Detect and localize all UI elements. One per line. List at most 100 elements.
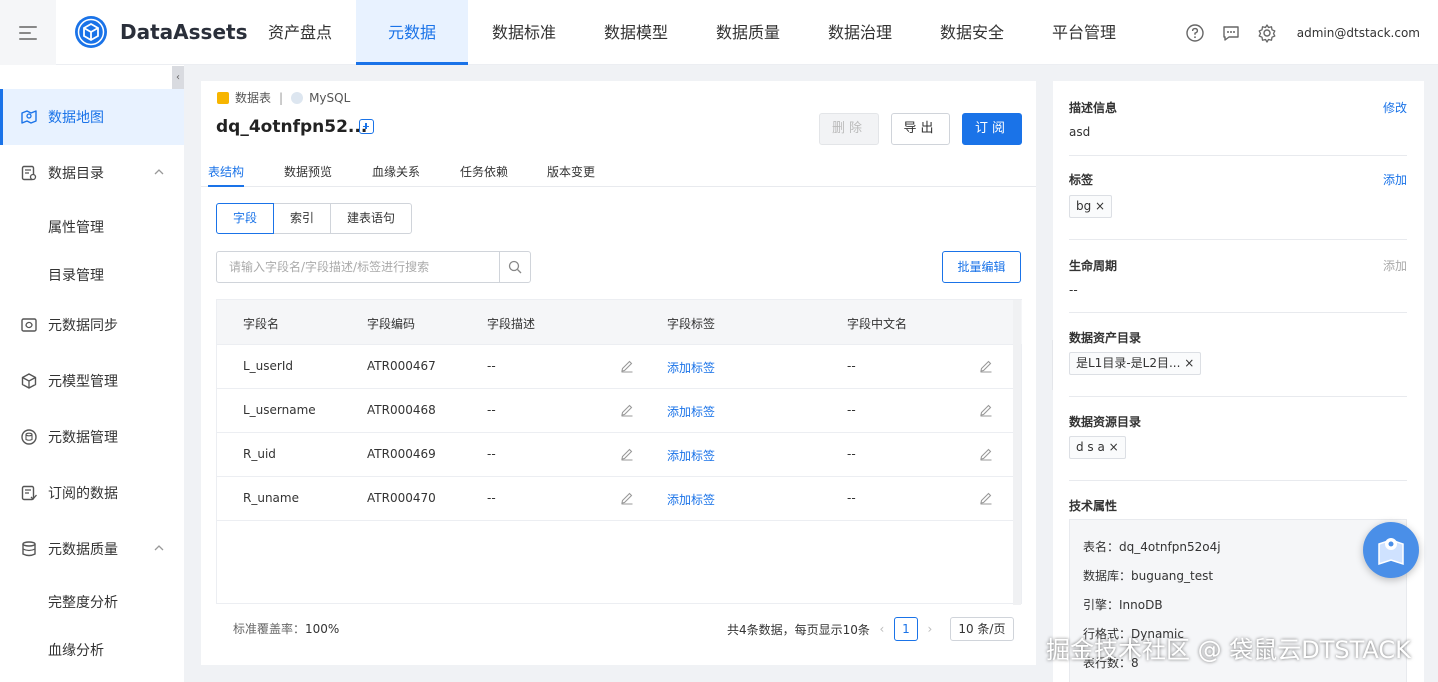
sidebar-collapse-button[interactable]: ‹ [172,66,184,89]
sidebar-item-label: 数据目录 [48,166,104,182]
settings-gear-icon[interactable] [1257,23,1277,43]
add-tag-link[interactable]: 添加标签 [667,491,715,508]
add-tag-link[interactable]: 添加标签 [667,359,715,376]
menu-toggle-button[interactable] [0,0,56,65]
main-nav: 资产盘点 元数据 数据标准 数据模型 数据质量 数据治理 数据安全 平台管理 [244,0,1140,65]
add-lifecycle-button[interactable]: 添加 [1383,257,1407,274]
sidebar-item-data-catalog[interactable]: 数据目录 [0,145,184,201]
quality-database-icon [22,541,36,557]
table-detail-panel: 数据表 | MySQL dq_4otnfpn52... 删除 导出 订阅 表结构… [201,81,1036,665]
page-title: dq_4otnfpn52... [216,117,368,137]
nav-data-quality[interactable]: 数据质量 [692,0,804,65]
section-divider [1069,155,1407,156]
pager-summary: 共4条数据，每页显示10条 [727,622,870,637]
nav-metadata[interactable]: 元数据 [356,0,468,65]
help-icon[interactable] [1185,23,1205,43]
edit-pencil-icon[interactable] [979,359,993,373]
add-tag-button[interactable]: 添加 [1383,171,1407,188]
sidebar-item-data-map[interactable]: 数据地图 [0,89,184,145]
segment-ddl[interactable]: 建表语句 [330,203,413,234]
sidebar-item-metadata-sync[interactable]: 元数据同步 [0,297,184,353]
sidebar-item-label: 元数据质量 [48,542,118,558]
sidebar-subitem-attribute-mgmt[interactable]: 属性管理 [48,217,104,237]
delete-button[interactable]: 删除 [819,113,879,145]
breadcrumb-separator: | [279,90,284,105]
tech-database: 数据库：buguang_test [1083,569,1214,583]
sidebar-item-subscribed-data[interactable]: 订阅的数据 [0,465,184,521]
nav-platform-admin[interactable]: 平台管理 [1028,0,1140,65]
search-input[interactable] [217,252,499,282]
export-button[interactable]: 导出 [891,113,950,145]
tab-lineage[interactable]: 血缘关系 [372,163,420,187]
tags-title: 标签 [1069,173,1094,187]
field-desc: -- [487,359,496,373]
sidebar-subitem-completeness[interactable]: 完整度分析 [48,592,118,612]
sync-icon [21,318,37,332]
tab-table-structure[interactable]: 表结构 [208,163,245,187]
coverage-label: 标准覆盖率： [233,622,306,636]
assistant-bubble-button[interactable] [1363,522,1419,578]
edit-pencil-icon[interactable] [620,359,634,373]
nav-data-security[interactable]: 数据安全 [916,0,1028,65]
field-name: L_username [243,403,316,417]
edit-pencil-icon[interactable] [979,447,993,461]
sidebar-item-label: 数据地图 [48,110,104,126]
app-logo[interactable]: DataAssets [74,15,247,49]
section-divider [1069,396,1407,397]
nav-data-standard[interactable]: 数据标准 [468,0,580,65]
edit-pencil-icon[interactable] [620,491,634,505]
field-code: ATR000468 [367,403,436,417]
standard-coverage: 标准覆盖率：100% [233,620,339,637]
message-icon[interactable] [1221,23,1241,43]
tag-chip: bg × [1069,195,1113,218]
segment-fields[interactable]: 字段 [216,203,275,234]
logo-icon [75,16,107,48]
app-name: DataAssets [120,20,248,44]
next-page-icon[interactable]: › [923,622,937,636]
table-scrollbar[interactable] [1013,300,1021,605]
batch-edit-button[interactable]: 批量编辑 [942,251,1021,283]
search-button[interactable] [499,252,530,282]
add-tag-link[interactable]: 添加标签 [667,403,715,420]
prev-page-icon[interactable]: ‹ [875,622,889,636]
lifecycle-title: 生命周期 [1069,259,1118,273]
page-number-button[interactable]: 1 [893,617,918,641]
user-account[interactable]: admin@dtstack.com [1297,26,1420,40]
sidebar-item-label: 元数据管理 [48,430,118,446]
tab-version-change[interactable]: 版本变更 [547,163,595,187]
edit-description-link[interactable]: 修改 [1383,99,1407,116]
table-header: 字段名 字段编码 字段描述 字段标签 字段中文名 [217,300,1022,345]
edit-pencil-icon[interactable] [620,447,634,461]
nav-data-model[interactable]: 数据模型 [580,0,692,65]
cube-icon [21,373,37,389]
asset-catalog-title: 数据资产目录 [1069,331,1142,345]
sidebar-subitem-lineage[interactable]: 血缘分析 [48,640,104,660]
close-icon[interactable]: × [1091,199,1105,213]
nav-data-governance[interactable]: 数据治理 [804,0,916,65]
close-icon[interactable]: × [1105,440,1119,454]
add-tag-link[interactable]: 添加标签 [667,447,715,464]
breadcrumb: 数据表 | MySQL [217,89,350,106]
database-circle-icon [21,429,37,445]
field-search [216,251,531,283]
nav-asset-inventory[interactable]: 资产盘点 [244,0,356,65]
tab-data-preview[interactable]: 数据预览 [284,163,332,187]
tab-task-dependency[interactable]: 任务依赖 [460,163,508,187]
column-header: 字段标签 [667,317,716,331]
sidebar-subitem-catalog-mgmt[interactable]: 目录管理 [48,265,104,285]
sidebar-item-metadata-mgmt[interactable]: 元数据管理 [0,409,184,465]
segment-index[interactable]: 索引 [273,203,332,234]
top-right-tools: admin@dtstack.com [1185,0,1420,65]
field-cn-name: -- [847,447,856,461]
subscribe-button[interactable]: 订阅 [962,113,1022,145]
hamburger-icon [19,25,37,40]
column-header: 字段编码 [367,317,416,331]
edit-pencil-icon[interactable] [979,491,993,505]
page-size-select[interactable]: 10 条/页 [949,617,1014,641]
edit-pencil-icon[interactable] [979,403,993,417]
sidebar-item-metadata-quality[interactable]: 元数据质量 [0,521,184,577]
edit-pencil-icon[interactable] [620,403,634,417]
sidebar-item-meta-model-mgmt[interactable]: 元模型管理 [0,353,184,409]
close-icon[interactable]: × [1180,356,1194,370]
add-square-icon[interactable] [359,119,374,134]
